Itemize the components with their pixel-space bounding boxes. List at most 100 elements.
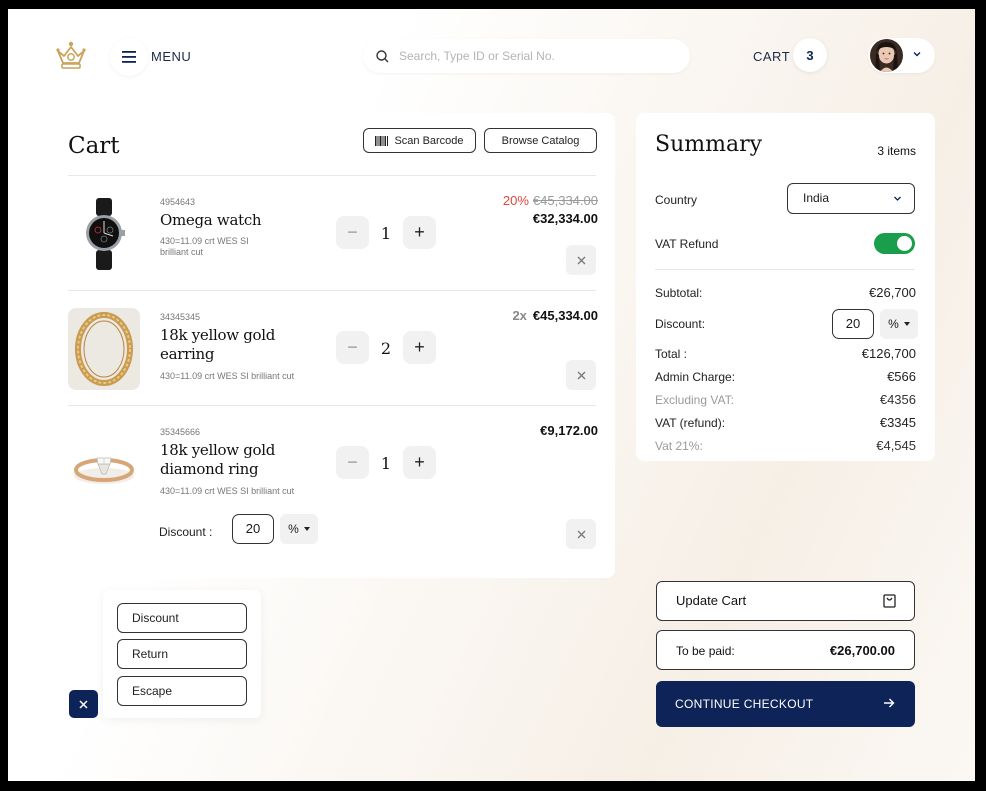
summary-title: Summary [655,132,763,157]
continue-checkout-button[interactable]: CONTINUE CHECKOUT [656,681,915,727]
item-price: €45,334.00 [532,308,598,323]
cart-label[interactable]: CART [753,49,790,64]
summary-discount-unit-select[interactable]: % [880,309,918,339]
crown-logo-icon[interactable] [54,39,88,73]
price-discount-row: 20% €45,334.00 [503,193,598,208]
country-value: India [803,191,830,205]
item-name: diamond ring [160,460,259,478]
subtotal-label: Subtotal: [655,286,703,300]
menu-label[interactable]: MENU [151,49,191,64]
country-select[interactable]: India [787,183,915,214]
old-price: €45,334.00 [532,193,598,208]
item-desc: 430=11.09 crt WES SI brilliant cut [160,486,295,496]
app-frame: MENU CART 3 Cart [8,9,975,781]
item-price: €32,334.00 [532,211,598,226]
item-id: 35345666 [160,427,201,437]
popup-return-option[interactable]: Return [117,639,247,669]
caret-down-icon [303,527,310,531]
decrease-qty-button[interactable]: − [336,216,369,249]
toggle-knob [897,236,912,251]
cart-item-earring: 34345345 18k yellow gold earring 430=11.… [55,290,615,400]
close-icon [577,371,585,379]
summary-discount-input[interactable]: 20 [832,309,874,339]
update-cart-label: Update Cart [676,593,747,608]
admin-charge-label: Admin Charge: [655,370,736,384]
divider [655,269,915,270]
discount-percent: 20% [502,193,529,208]
subtotal-value: €26,700 [869,285,916,300]
close-icon [577,530,585,538]
remove-item-button[interactable] [566,519,596,549]
decrease-qty-button[interactable]: − [336,331,369,364]
item-discount-label: Discount : [159,525,213,539]
hamburger-menu-icon [122,51,136,63]
excluding-vat-value: €4356 [879,392,916,407]
chevron-down-icon [894,196,901,201]
search-input[interactable] [399,49,659,63]
bag-icon [883,594,896,608]
cart-item-diamond-ring: 35345666 18k yellow gold diamond ring 43… [55,405,615,515]
summary-items-count: 3 items [877,144,916,158]
cart-item-omega-watch: 4954643 Omega watch 430=11.09 crt WES SI… [55,175,615,285]
close-icon [79,699,88,709]
popup-discount-option[interactable]: Discount [117,603,247,633]
cart-title: Cart [68,133,120,159]
update-cart-button[interactable]: Update Cart [656,581,915,621]
ring-thumbnail [68,422,140,504]
item-id: 4954643 [160,197,196,207]
barcode-icon [375,135,389,146]
browse-catalog-label: Browse Catalog [501,134,580,147]
item-desc: 430=11.09 crt WES SI brilliant cut [160,371,295,381]
discount-unit: % [888,317,899,331]
scan-barcode-label: Scan Barcode [394,134,464,147]
scan-barcode-button[interactable]: Scan Barcode [363,128,476,153]
vat-refund-row-label: VAT (refund): [655,416,726,430]
remove-item-button[interactable] [566,245,596,275]
caret-down-icon [903,322,910,326]
item-price: €9,172.00 [540,423,598,438]
action-popup: Discount Return Escape [103,590,261,718]
chevron-down-icon [913,52,921,57]
browse-catalog-button[interactable]: Browse Catalog [484,128,597,153]
quantity-multiplier: 2x [512,308,527,323]
increase-qty-button[interactable]: + [403,446,436,479]
excluding-vat-label: Excluding VAT: [655,393,734,407]
to-be-paid-label: To be paid: [676,644,735,658]
discount-unit: % [288,522,299,536]
discount-label: Discount: [655,317,706,331]
earring-thumbnail [68,308,140,390]
item-price-row: 2x €45,334.00 [512,308,598,323]
summary-panel: Summary 3 items Country India VAT Refund… [636,113,935,461]
close-popup-button[interactable] [69,690,98,718]
search-icon [376,49,389,62]
vat-refund-toggle[interactable] [874,233,915,254]
country-label: Country [655,193,698,207]
item-discount-input[interactable]: 20 [232,514,274,544]
increase-qty-button[interactable]: + [403,331,436,364]
remove-item-button[interactable] [566,360,596,390]
decrease-qty-button[interactable]: − [336,446,369,479]
item-discount-unit-select[interactable]: % [280,514,318,544]
arrow-right-icon [884,698,895,708]
popup-escape-option[interactable]: Escape [117,676,247,706]
profile-menu[interactable] [868,38,935,73]
increase-qty-button[interactable]: + [403,216,436,249]
qty-value: 1 [380,224,392,243]
avatar [870,39,903,72]
item-desc: 430=11.09 crt WES SI [160,236,249,246]
continue-checkout-label: CONTINUE CHECKOUT [675,697,814,711]
close-icon [577,256,585,264]
search-bar[interactable] [363,39,690,73]
vat-refund-label: VAT Refund [655,237,719,251]
menu-button[interactable] [110,38,148,76]
vat-refund-row-value: €3345 [879,415,916,430]
item-name: 18k yellow gold [160,441,276,459]
item-name: Omega watch [160,211,262,229]
total-value: €126,700 [861,346,916,361]
vat21-value: €4,545 [876,438,916,453]
cart-count-badge[interactable]: 3 [793,38,827,72]
item-desc: brilliant cut [160,247,204,257]
vat21-label: Vat 21%: [655,439,703,453]
qty-value: 1 [380,454,392,473]
to-be-paid-box: To be paid: €26,700.00 [656,630,915,670]
